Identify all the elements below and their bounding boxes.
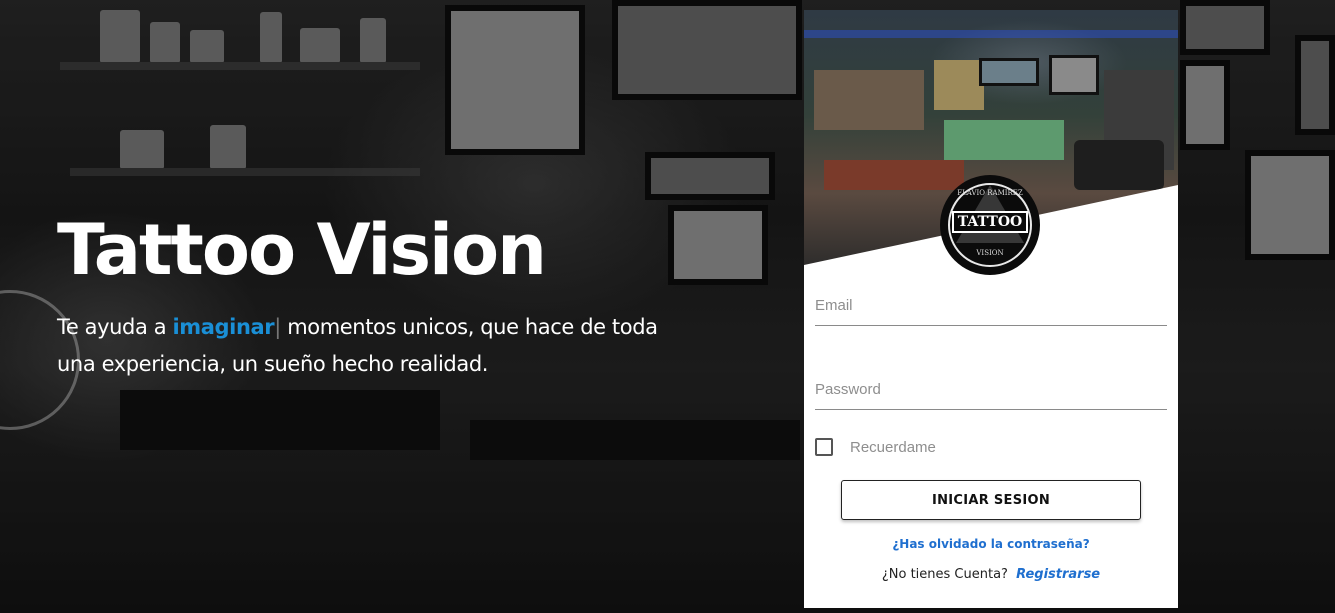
- email-field-wrapper: [815, 282, 1167, 326]
- hero-tagline: Te ayuda a imaginar| momentos unicos, qu…: [57, 309, 677, 383]
- typing-caret: |: [274, 315, 281, 339]
- hero-section: Tattoo Vision Te ayuda a imaginar| momen…: [57, 205, 677, 383]
- login-card: FLAVIO RAMIREZ TATTOO VISION Recuerdame …: [804, 10, 1178, 608]
- logo-arc-top: FLAVIO RAMIREZ: [957, 189, 1023, 197]
- remember-label[interactable]: Recuerdame: [850, 439, 936, 456]
- email-input[interactable]: [815, 282, 1167, 325]
- hero-title: Tattoo Vision: [57, 209, 547, 291]
- password-input[interactable]: [815, 366, 1167, 409]
- remember-me: Recuerdame: [815, 437, 936, 457]
- logo-arc-bottom: VISION: [976, 249, 1004, 257]
- remember-checkbox[interactable]: [815, 438, 833, 456]
- logo-word: TATTOO: [952, 211, 1028, 233]
- signup-row: ¿No tienes Cuenta? Registrarse: [804, 567, 1178, 582]
- tattoo-vision-logo: FLAVIO RAMIREZ TATTOO VISION: [940, 175, 1040, 275]
- login-button[interactable]: INICIAR SESION: [841, 480, 1141, 520]
- signup-prompt: ¿No tienes Cuenta?: [881, 567, 1008, 582]
- tagline-highlight: imaginar: [172, 315, 275, 339]
- signup-link[interactable]: Registrarse: [1016, 567, 1100, 582]
- forgot-password-link[interactable]: ¿Has olvidado la contraseña?: [804, 537, 1178, 551]
- tagline-prefix: Te ayuda a: [57, 315, 173, 339]
- password-field-wrapper: [815, 366, 1167, 410]
